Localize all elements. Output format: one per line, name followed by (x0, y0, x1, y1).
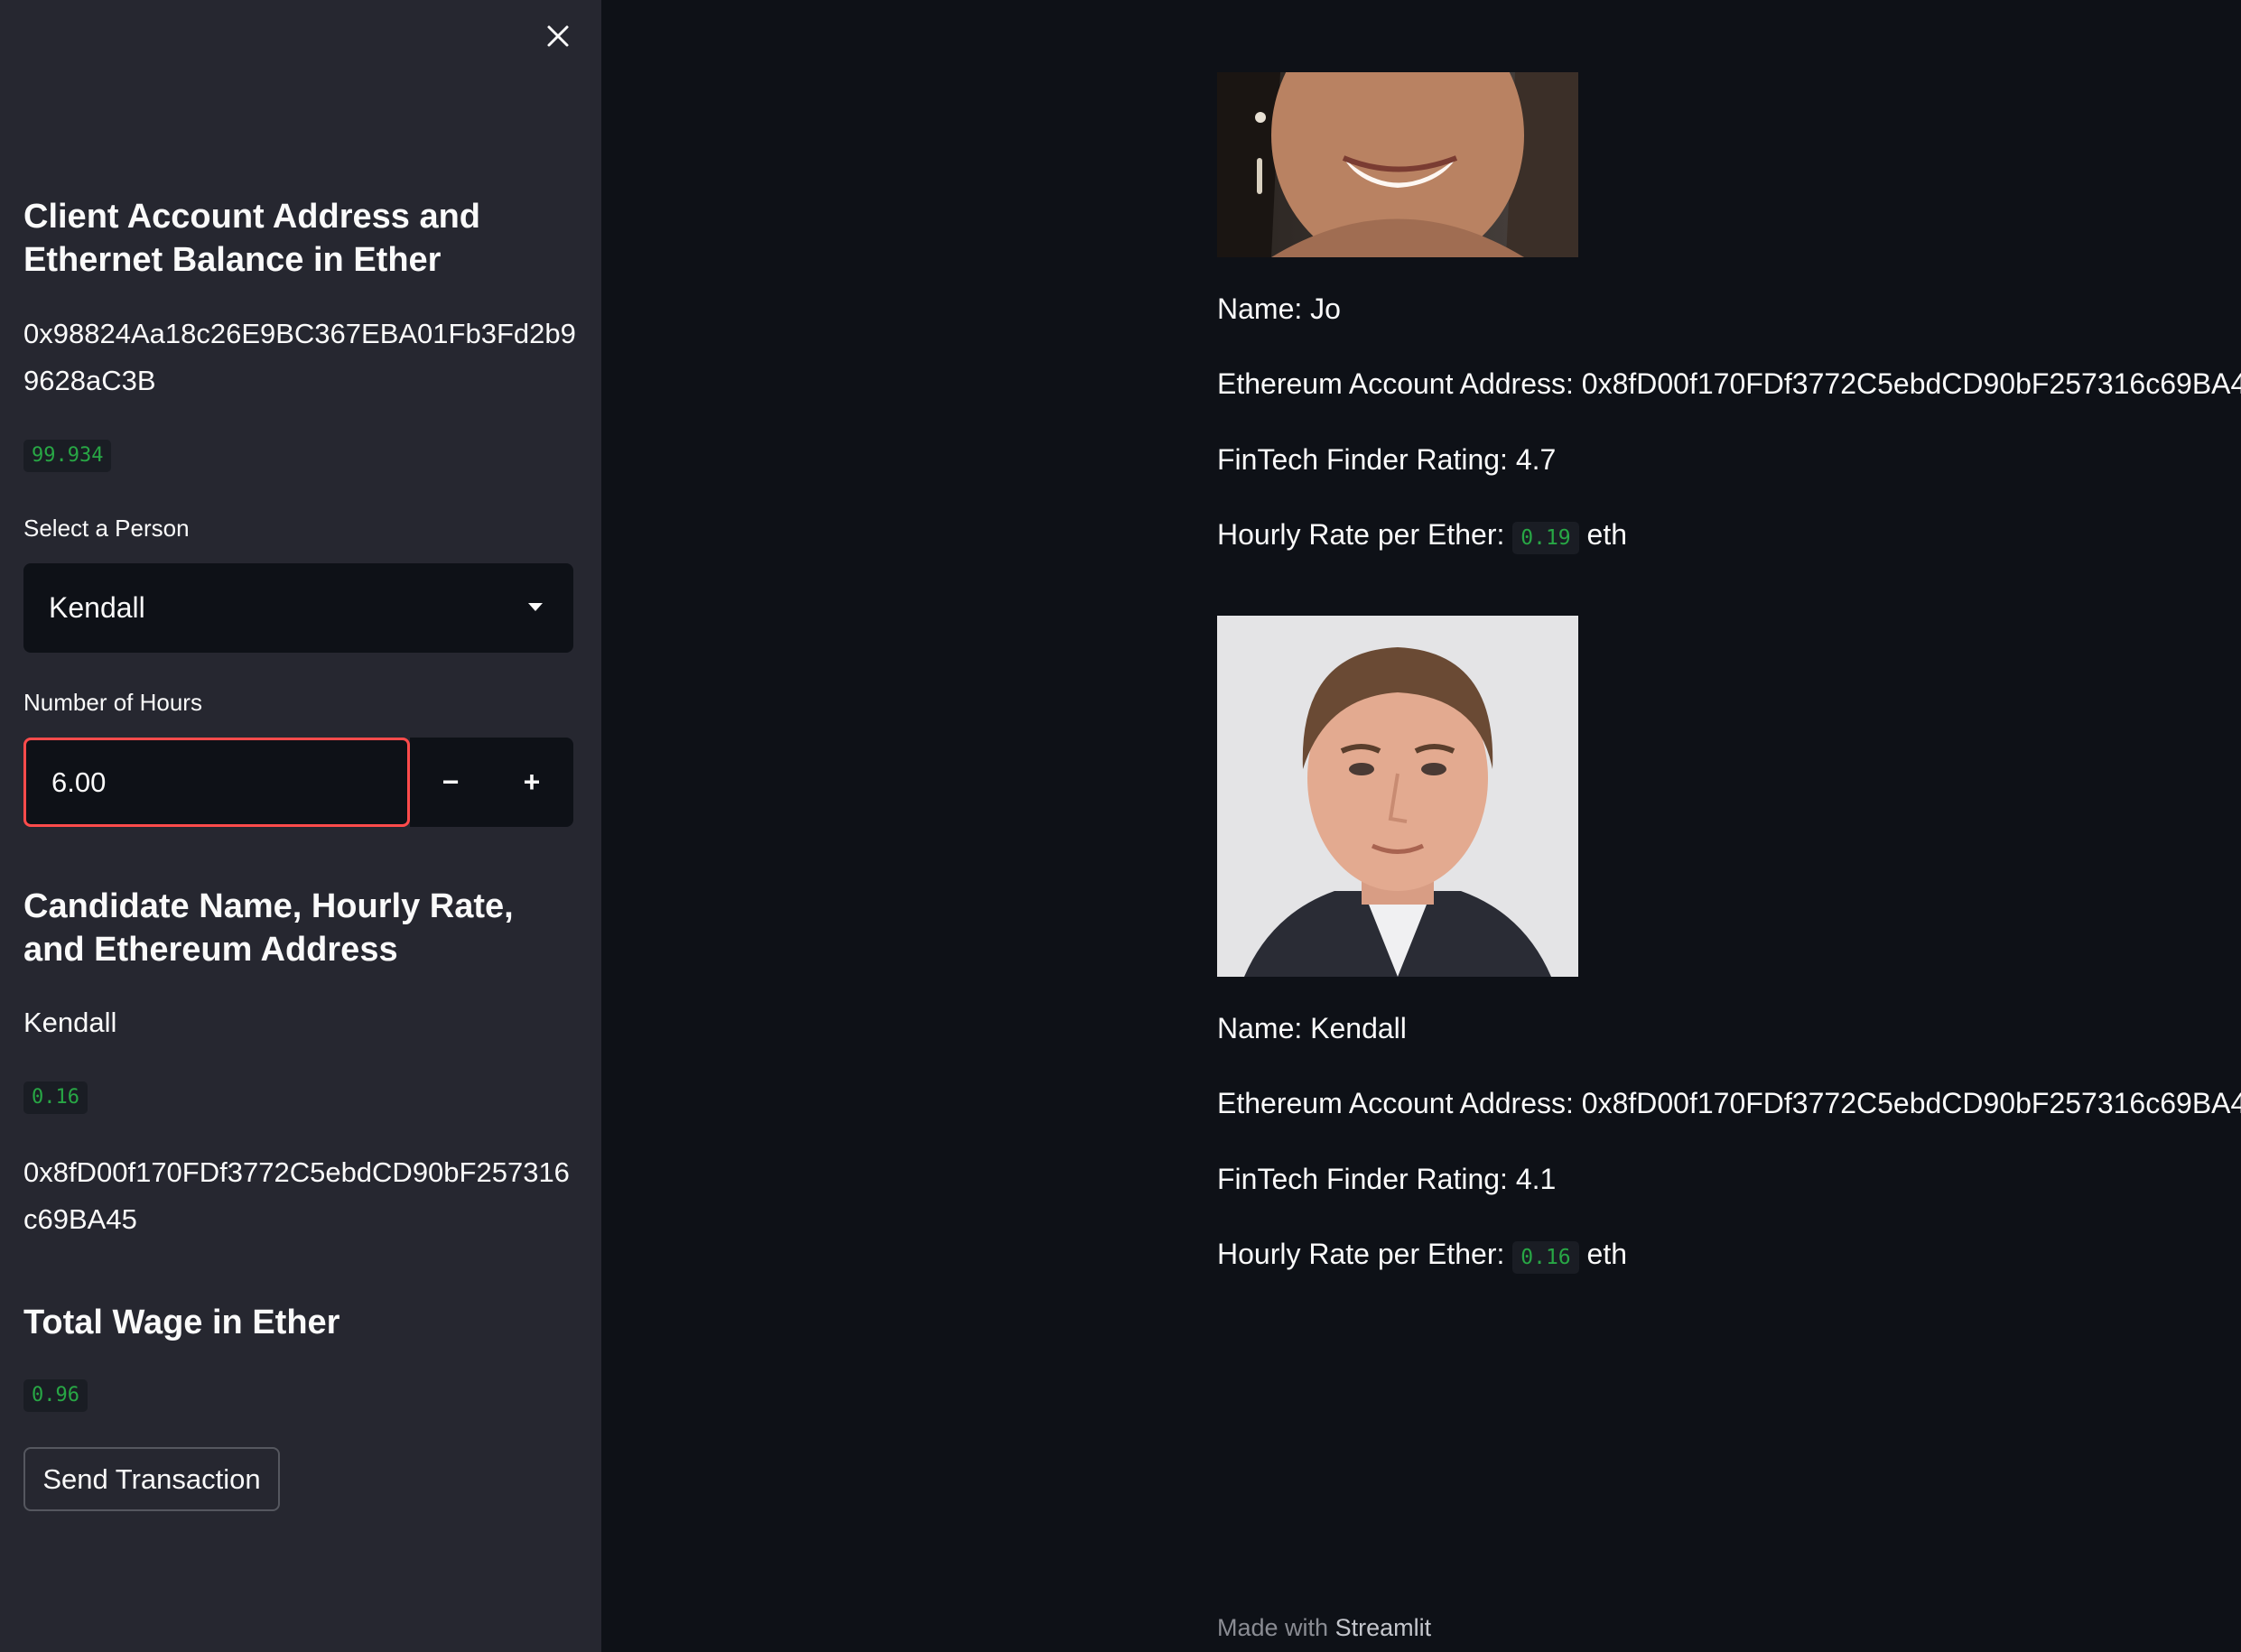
footer-streamlit-link[interactable]: Streamlit (1335, 1614, 1432, 1641)
total-wage-value: 0.96 (23, 1379, 88, 1412)
minus-icon: − (442, 766, 460, 798)
client-account-heading: Client Account Address and Ethernet Bala… (23, 198, 481, 279)
total-wage-heading: Total Wage in Ether (23, 1304, 340, 1341)
candidate-photo-kendall (1217, 616, 1578, 977)
candidate-name-jo: Name: Jo (1217, 292, 1341, 325)
plus-icon: + (523, 766, 541, 798)
candidate-rating-jo: FinTech Finder Rating: 4.7 (1217, 443, 1557, 476)
candidate-rating-kendall: FinTech Finder Rating: 4.1 (1217, 1163, 1557, 1195)
increment-button[interactable]: + (491, 738, 572, 827)
send-transaction-button[interactable]: Send Transaction (23, 1447, 280, 1511)
candidate-name: Kendall (23, 1007, 117, 1038)
candidate-address: 0x8fD00f170FDf3772C5ebdCD90bF257316c69BA… (23, 1156, 570, 1235)
selected-person-value: Kendall (49, 591, 145, 624)
candidate-name-kendall: Name: Kendall (1217, 1012, 1407, 1044)
candidate-heading: Candidate Name, Hourly Rate, and Ethereu… (23, 887, 514, 969)
sidebar: Client Account Address and Ethernet Bala… (0, 0, 601, 1652)
decrement-button[interactable]: − (410, 738, 491, 827)
client-balance-value: 99.934 (23, 440, 112, 472)
select-person-label: Select a Person (23, 515, 190, 542)
candidate-address-kendall: Ethereum Account Address: 0x8fD00f170FDf… (1217, 1087, 2241, 1119)
close-icon (547, 25, 569, 47)
candidate-rate-row-jo: Hourly Rate per Ether: 0.19 eth (1217, 516, 1627, 554)
candidate-address-jo: Ethereum Account Address: 0x8fD00f170FDf… (1217, 367, 2241, 400)
hours-stepper: − + (410, 738, 573, 827)
close-sidebar-button[interactable] (542, 20, 574, 52)
select-person-dropdown[interactable]: Kendall (23, 563, 573, 653)
hours-input[interactable]: 6.00 (23, 738, 410, 827)
client-account-address: 0x98824Aa18c26E9BC367EBA01Fb3Fd2b99628aC… (23, 318, 576, 396)
footer-made-with: Made with (1217, 1614, 1329, 1641)
candidate-rate-row-kendall: Hourly Rate per Ether: 0.16 eth (1217, 1236, 1627, 1274)
candidate-photo-jo (1217, 72, 1578, 257)
number-of-hours-label: Number of Hours (23, 689, 202, 716)
rate-value-jo: 0.19 (1512, 522, 1579, 554)
hours-input-value: 6.00 (51, 766, 107, 798)
caret-down-icon (528, 603, 543, 611)
candidate-rate-value: 0.16 (23, 1081, 88, 1114)
footer: Made with Streamlit (1217, 1614, 1431, 1642)
rate-suffix: eth (1586, 1238, 1628, 1270)
rate-value-kendall: 0.16 (1512, 1241, 1579, 1274)
rate-suffix: eth (1586, 518, 1628, 551)
rate-prefix: Hourly Rate per Ether: (1217, 518, 1505, 551)
rate-prefix: Hourly Rate per Ether: (1217, 1238, 1505, 1270)
